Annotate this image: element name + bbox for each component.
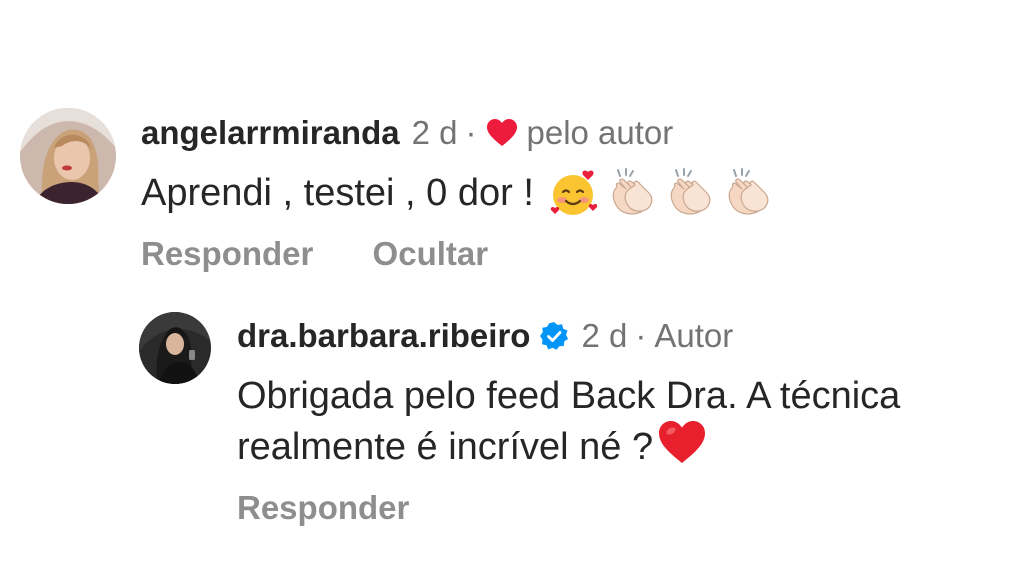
reply-text-line-1: Obrigada pelo feed Back Dra. A técnica [237, 375, 901, 417]
hide-button[interactable]: Ocultar [373, 234, 489, 274]
reply-separator: · [635, 317, 647, 354]
comment-username[interactable]: angelarrmiranda [141, 113, 400, 153]
reply-actions: Responder [237, 488, 409, 528]
author-label: Autor [654, 317, 734, 354]
reply-button[interactable]: Responder [237, 488, 409, 528]
reply-avatar[interactable] [139, 312, 211, 384]
smiling-face-with-hearts-icon [548, 168, 598, 218]
clapping-hands-icon [606, 168, 656, 218]
reply-body: Obrigada pelo feed Back Dra. A técnica r… [237, 373, 900, 470]
avatar-photo [20, 108, 116, 204]
comment-avatar[interactable] [20, 108, 116, 204]
comment-actions: Responder Ocultar [141, 234, 488, 274]
comment-age: 2 d [411, 114, 458, 151]
reply-age: 2 d [581, 317, 628, 354]
avatar-photo [139, 312, 211, 384]
clapping-hands-icon [664, 168, 714, 218]
reply-header: dra.barbara.ribeiro 2 d · Autor [237, 316, 733, 356]
comment-separator: · [465, 114, 477, 151]
red-heart-icon [657, 419, 707, 465]
reply-button[interactable]: Responder [141, 234, 313, 274]
verified-badge-icon [539, 321, 569, 351]
reply-text-line-2: realmente é incrível né ? [237, 426, 654, 468]
reply-text-line-2-wrap: realmente é incrível né ? [237, 419, 900, 470]
clapping-hands-icon [722, 168, 772, 218]
comment-text: Aprendi , testei , 0 dor ! [141, 172, 534, 214]
comment-header: angelarrmiranda 2 d · pelo autor [141, 113, 673, 153]
liked-by-author-label: pelo autor [526, 114, 674, 151]
reply-username[interactable]: dra.barbara.ribeiro [237, 316, 530, 356]
comment-body: Aprendi , testei , 0 dor ! [141, 168, 772, 218]
heart-icon [486, 118, 518, 148]
